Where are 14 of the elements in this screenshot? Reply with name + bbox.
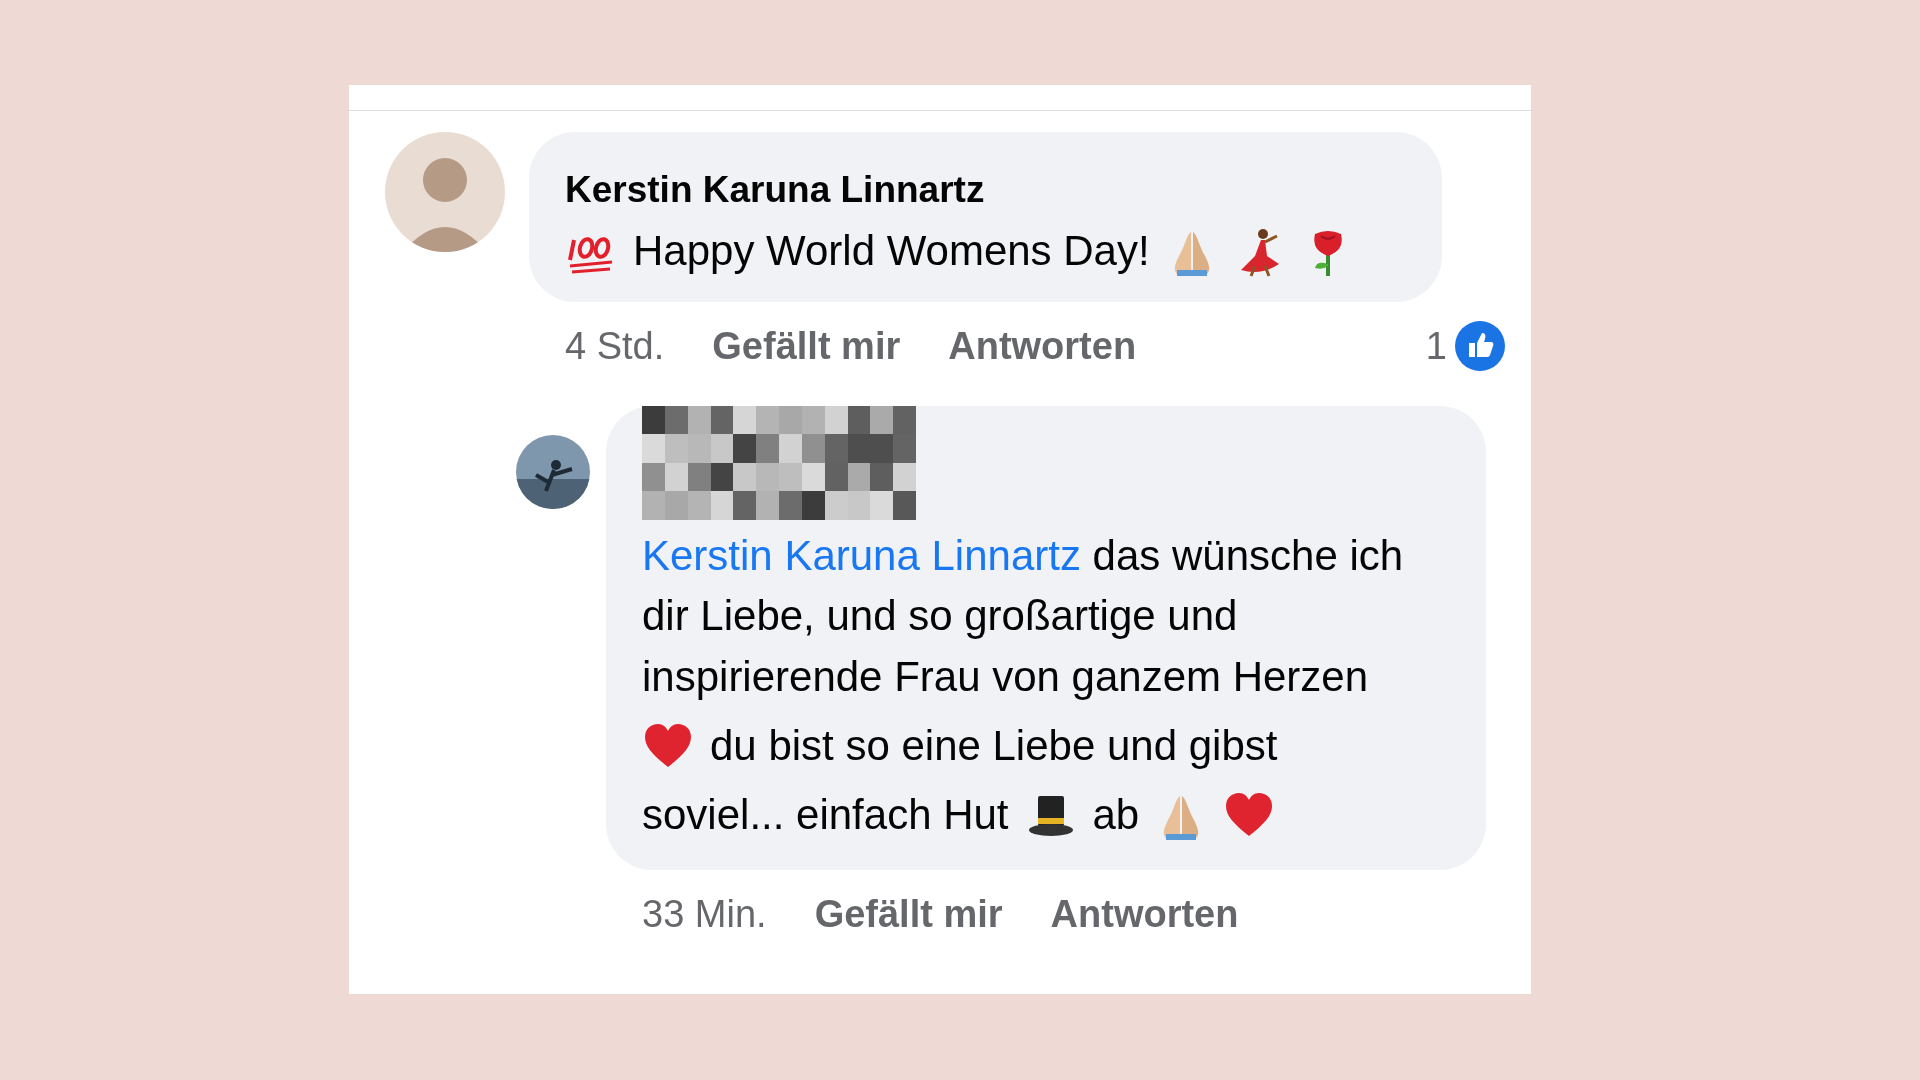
timestamp: 4 Std. <box>565 323 665 369</box>
comment-text: ab <box>1092 790 1140 841</box>
reaction-count: 1 <box>1425 323 1447 369</box>
comment-text: soviel... einfach Hut <box>642 790 1009 841</box>
timestamp: 33 Min. <box>642 891 767 937</box>
author-name: Kerstin Karuna Linnartz <box>565 168 986 212</box>
action-link[interactable]: Antworten <box>948 317 1137 375</box>
action-link[interactable]: Antworten <box>1050 885 1239 943</box>
thumbs-up-icon <box>1455 321 1505 371</box>
action-link[interactable]: Gefällt mir <box>814 885 1003 943</box>
mention-link[interactable]: Kerstin Karuna Linnartz <box>642 531 1081 579</box>
action-link[interactable]: Gefällt mir <box>712 317 901 375</box>
comment-text: du bist so eine Liebe und gibst <box>710 721 1278 772</box>
comment-text: Happy World Womens Day! <box>633 226 1150 277</box>
